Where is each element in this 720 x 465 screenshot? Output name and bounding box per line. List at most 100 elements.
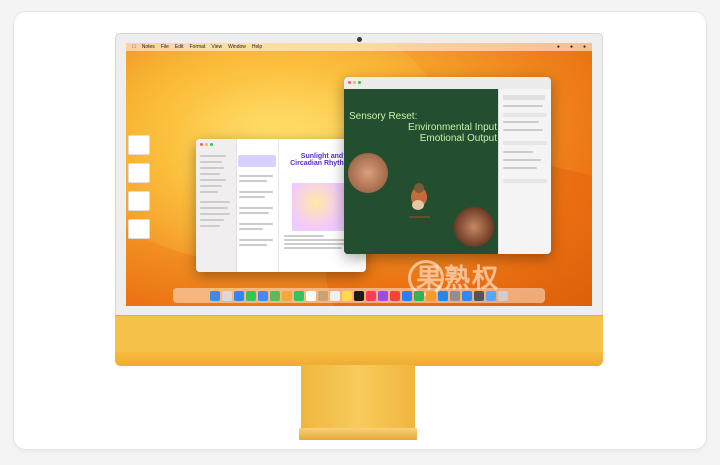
tag-row[interactable] bbox=[200, 201, 230, 203]
pages-icon[interactable] bbox=[426, 290, 436, 301]
window-controls bbox=[348, 81, 361, 84]
menu-item-app[interactable]: Notes bbox=[142, 44, 155, 50]
list-item[interactable] bbox=[239, 239, 273, 241]
desktop-file-icon[interactable] bbox=[128, 219, 150, 239]
sidebar-item[interactable] bbox=[200, 173, 220, 175]
tag-row[interactable] bbox=[200, 219, 224, 221]
desktop-files bbox=[128, 135, 150, 247]
sidebar-item[interactable] bbox=[200, 161, 222, 163]
notes-window[interactable]: Sunlight and Circadian Rhythms bbox=[196, 139, 366, 272]
tag-row[interactable] bbox=[200, 213, 230, 215]
contacts-icon[interactable] bbox=[318, 290, 328, 301]
podcasts-icon[interactable] bbox=[378, 290, 388, 301]
sidebar-item[interactable] bbox=[200, 167, 224, 169]
list-item[interactable] bbox=[239, 191, 273, 193]
calendar-icon[interactable] bbox=[306, 290, 316, 301]
caption-line bbox=[284, 243, 350, 245]
pages-toolbar bbox=[344, 77, 551, 89]
dock bbox=[173, 288, 545, 303]
sidebar-item[interactable] bbox=[200, 155, 226, 157]
note-title-line1: Sunlight and bbox=[300, 153, 344, 160]
title-line1: Sensory Reset: bbox=[349, 111, 418, 122]
news-icon[interactable] bbox=[390, 290, 400, 301]
tv-icon[interactable] bbox=[354, 290, 364, 301]
menu-item-format[interactable]: Format bbox=[190, 44, 206, 50]
messages-icon[interactable] bbox=[246, 290, 256, 301]
numbers-icon[interactable] bbox=[414, 290, 424, 301]
inspector-row[interactable] bbox=[503, 159, 541, 161]
list-item[interactable] bbox=[239, 207, 273, 209]
menu-item-file[interactable]: File bbox=[161, 44, 169, 50]
chin-shade bbox=[115, 352, 603, 366]
list-item[interactable] bbox=[239, 175, 273, 177]
imac-stand-base bbox=[299, 428, 417, 440]
apple-menu-icon[interactable]:  bbox=[132, 44, 136, 50]
maps-icon[interactable] bbox=[270, 290, 280, 301]
inspector-row[interactable] bbox=[503, 151, 533, 153]
minimize-button[interactable] bbox=[205, 143, 208, 146]
notes-icon[interactable] bbox=[342, 290, 352, 301]
pages-window[interactable]: Sensory Reset: Environmental Input Emoti… bbox=[344, 77, 551, 254]
sidebar-item[interactable] bbox=[200, 191, 218, 193]
inspector-row[interactable] bbox=[503, 105, 543, 107]
menu-item-window[interactable]: Window bbox=[228, 44, 246, 50]
menu-item-edit[interactable]: Edit bbox=[175, 44, 184, 50]
bullets-select[interactable] bbox=[503, 179, 547, 183]
desktop-file-icon[interactable] bbox=[128, 191, 150, 211]
sidebar-item[interactable] bbox=[200, 185, 222, 187]
list-item[interactable] bbox=[239, 244, 267, 246]
spacing-select[interactable] bbox=[503, 141, 547, 145]
finder-icon[interactable] bbox=[210, 290, 220, 301]
safari-2-icon[interactable] bbox=[462, 290, 472, 301]
imac-display-bezel:  Notes File Edit Format View Window Hel… bbox=[115, 33, 603, 317]
safari-icon[interactable] bbox=[234, 290, 244, 301]
zoom-button[interactable] bbox=[358, 81, 361, 84]
sidebar-item[interactable] bbox=[200, 179, 226, 181]
notes-list bbox=[236, 139, 279, 272]
title-line2: Environmental Input bbox=[408, 122, 497, 133]
mail-icon[interactable] bbox=[258, 290, 268, 301]
folder-icon[interactable] bbox=[486, 290, 496, 301]
facetime-icon[interactable] bbox=[294, 290, 304, 301]
list-item[interactable] bbox=[239, 180, 267, 182]
menu-item-view[interactable]: View bbox=[211, 44, 222, 50]
caption-line bbox=[284, 235, 324, 237]
imac-chin bbox=[115, 315, 603, 366]
desktop-file-icon[interactable] bbox=[128, 163, 150, 183]
desktop-file-icon[interactable] bbox=[128, 135, 150, 155]
photos-icon[interactable] bbox=[282, 290, 292, 301]
desktop-screen:  Notes File Edit Format View Window Hel… bbox=[126, 43, 592, 306]
list-item[interactable] bbox=[239, 228, 263, 230]
list-item[interactable] bbox=[239, 196, 265, 198]
portrait-image bbox=[348, 153, 388, 193]
close-button[interactable] bbox=[348, 81, 351, 84]
tag-row[interactable] bbox=[200, 225, 220, 227]
list-item[interactable] bbox=[239, 212, 269, 214]
settings-icon[interactable] bbox=[450, 290, 460, 301]
bird-image bbox=[404, 179, 434, 227]
inspector-tabs[interactable] bbox=[503, 95, 545, 100]
tag-row[interactable] bbox=[200, 207, 228, 209]
trash-icon[interactable] bbox=[498, 290, 508, 301]
appstore-icon[interactable] bbox=[438, 290, 448, 301]
list-item[interactable] bbox=[239, 223, 273, 225]
selected-note[interactable] bbox=[238, 155, 276, 167]
launchpad-icon[interactable] bbox=[222, 290, 232, 301]
minimize-button[interactable] bbox=[353, 81, 356, 84]
inspector-row[interactable] bbox=[503, 167, 537, 169]
close-button[interactable] bbox=[200, 143, 203, 146]
inspector-row[interactable] bbox=[503, 129, 543, 131]
camera-icon[interactable] bbox=[474, 290, 484, 301]
pages-document-canvas[interactable]: Sensory Reset: Environmental Input Emoti… bbox=[344, 89, 499, 254]
menu-item-help[interactable]: Help bbox=[252, 44, 262, 50]
wifi-icon[interactable]: ● bbox=[557, 44, 560, 50]
portrait-image bbox=[454, 207, 494, 247]
keynote-icon[interactable] bbox=[402, 290, 412, 301]
control-center-icon[interactable]: ● bbox=[570, 44, 573, 50]
zoom-button[interactable] bbox=[210, 143, 213, 146]
music-icon[interactable] bbox=[366, 290, 376, 301]
inspector-row[interactable] bbox=[503, 121, 539, 123]
clock-icon[interactable]: ● bbox=[583, 44, 586, 50]
font-select[interactable] bbox=[503, 113, 547, 117]
reminders-icon[interactable] bbox=[330, 290, 340, 301]
